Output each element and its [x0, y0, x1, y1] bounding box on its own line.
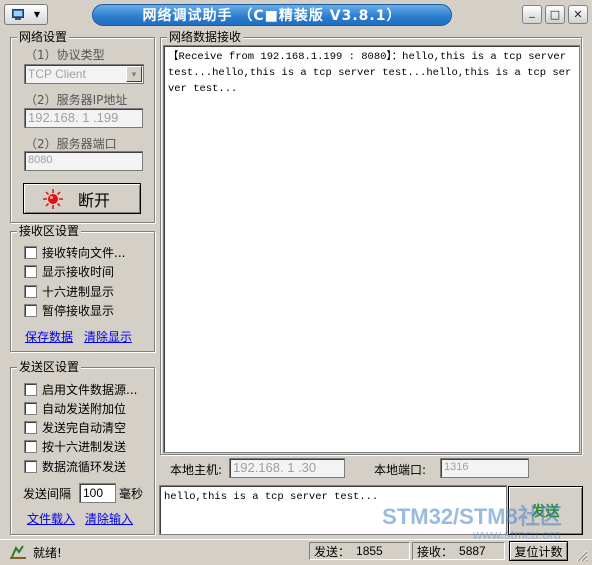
status-icon — [10, 545, 26, 559]
connection-status-icon — [42, 188, 64, 210]
send-interval-label: 发送间隔 — [23, 487, 72, 501]
disconnect-label: 断开 — [78, 190, 111, 210]
clear-input-link[interactable]: 清除输入 — [85, 510, 133, 527]
maximize-button[interactable]: □ — [545, 5, 565, 24]
receive-settings-legend: 接收区设置 — [17, 224, 82, 238]
local-host-field[interactable]: 192.168. 1 .30 — [229, 458, 345, 478]
send-settings-group: 发送区设置 启用文件数据源... 自动发送附加位 发送完自动清空 按十六进制发送 数据流… — [10, 360, 155, 535]
net-settings-legend: 网络设置 — [17, 30, 70, 44]
option-row[interactable]: 接收转向文件... — [24, 244, 125, 260]
reset-counter-button[interactable]: 复位计数 — [509, 541, 568, 561]
option-label: 自动发送附加位 — [42, 401, 127, 416]
send-settings-legend: 发送区设置 — [17, 360, 82, 374]
send-button-label: 发送 — [531, 503, 560, 520]
load-file-link[interactable]: 文件载入 — [27, 510, 75, 527]
sent-label: 发送： — [314, 544, 351, 559]
status-text: 就绪! — [33, 546, 62, 560]
receive-text-area[interactable]: 【Receive from 192.168.1.199 : 8080】：hell… — [163, 45, 580, 453]
protocol-label: （1）协议类型 — [25, 48, 105, 62]
close-icon: ✕ — [573, 8, 583, 21]
checkbox[interactable] — [24, 245, 37, 259]
checkbox[interactable] — [24, 304, 37, 317]
option-label: 启用文件数据源... — [42, 382, 138, 397]
clear-display-link[interactable]: 清除显示 — [84, 328, 132, 345]
send-button[interactable]: 发送 — [508, 486, 583, 535]
checkbox[interactable] — [24, 284, 37, 298]
option-row[interactable]: 十六进制显示 — [24, 283, 114, 299]
minimize-icon: _ — [529, 5, 535, 18]
resize-grip-icon[interactable] — [576, 550, 588, 562]
option-label: 显示接收时间 — [42, 265, 115, 279]
option-label: 暂停接收显示 — [42, 304, 115, 318]
local-port-label: 本地端口: — [374, 463, 427, 477]
option-row[interactable]: 自动发送附加位 — [24, 400, 126, 416]
title-bar: ▼ 网络调试助手 （C■精装版 V3.8.1） _ □ ✕ — [0, 0, 592, 30]
server-ip-field[interactable]: 192.168. 1 .199 — [24, 108, 143, 128]
local-port-field[interactable]: 1316 — [440, 458, 529, 478]
option-label: 十六进制显示 — [42, 284, 115, 299]
minimize-button[interactable]: _ — [522, 5, 542, 24]
option-row[interactable]: 按十六进制发送 — [24, 439, 126, 455]
checkbox[interactable] — [24, 440, 37, 454]
reset-counter-label: 复位计数 — [514, 544, 563, 559]
disconnect-button[interactable]: 断开 — [23, 183, 141, 214]
maximize-icon: □ — [549, 8, 561, 21]
chevron-down-icon: ▼ — [33, 10, 41, 19]
protocol-select[interactable]: TCP Client ▼ — [24, 64, 144, 84]
send-interval-unit: 毫秒 — [119, 487, 144, 501]
receive-settings-group: 接收区设置 接收转向文件... 显示接收时间 十六进制显示 暂停接收显示 保存数据 清… — [10, 224, 155, 352]
sent-counter: 发送： 1855 — [309, 542, 410, 560]
option-label: 数据流循环发送 — [42, 459, 127, 474]
option-label: 接收转向文件... — [42, 245, 126, 260]
send-text-area[interactable]: hello,this is a tcp server test... — [159, 485, 507, 535]
close-button[interactable]: ✕ — [568, 5, 588, 24]
chevron-down-icon: ▼ — [126, 66, 142, 82]
recv-counter: 接收： 5887 — [412, 542, 505, 560]
checkbox[interactable] — [24, 265, 37, 278]
checkbox[interactable] — [24, 382, 37, 396]
server-ip-label: （2）服务器IP地址 — [25, 93, 128, 107]
option-row[interactable]: 显示接收时间 — [24, 264, 114, 280]
checkbox[interactable] — [24, 459, 37, 473]
option-label: 按十六进制发送 — [42, 440, 127, 455]
server-port-label: （2）服务器端口 — [25, 137, 117, 151]
option-row[interactable]: 暂停接收显示 — [24, 303, 114, 319]
app-icon — [11, 9, 24, 20]
system-menu-button[interactable]: ▼ — [4, 4, 48, 25]
option-row[interactable]: 数据流循环发送 — [24, 458, 126, 474]
send-interval-input[interactable]: 100 — [79, 483, 116, 503]
local-host-label: 本地主机: — [170, 463, 223, 477]
option-label: 发送完自动清空 — [42, 421, 127, 436]
window-title: 网络调试助手 （C■精装版 V3.8.1） — [92, 4, 452, 26]
option-row[interactable]: 发送完自动清空 — [24, 420, 126, 436]
checkbox[interactable] — [24, 401, 37, 415]
sent-value: 1855 — [356, 544, 383, 558]
status-bar: 就绪! 发送： 1855 接收： 5887 复位计数 — [0, 539, 592, 565]
save-data-link[interactable]: 保存数据 — [25, 328, 73, 345]
net-settings-group: 网络设置 （1）协议类型 TCP Client ▼ （2）服务器IP地址 192… — [10, 30, 155, 223]
server-port-field[interactable]: 8080 — [24, 151, 143, 171]
checkbox[interactable] — [24, 421, 37, 435]
option-row[interactable]: 启用文件数据源... — [24, 381, 137, 397]
receive-area-group: 网络数据接收 【Receive from 192.168.1.199 : 808… — [160, 30, 582, 455]
recv-label: 接收： — [417, 544, 454, 559]
recv-value: 5887 — [459, 544, 486, 558]
protocol-value: TCP Client — [28, 67, 86, 81]
receive-area-legend: 网络数据接收 — [167, 30, 244, 44]
